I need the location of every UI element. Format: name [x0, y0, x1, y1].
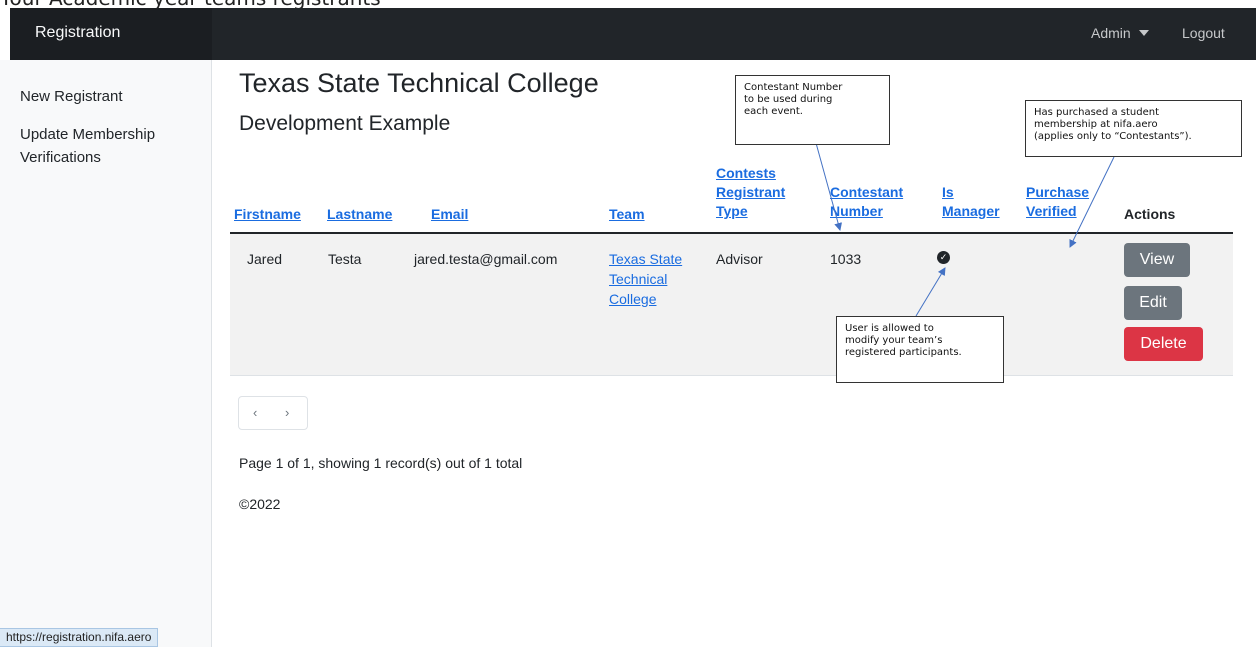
header-line: Manager — [942, 203, 1000, 219]
cell-registrant-type: Advisor — [716, 251, 763, 267]
delete-button[interactable]: Delete — [1124, 327, 1203, 361]
team-line: College — [609, 291, 657, 307]
header-line: Purchase — [1026, 184, 1090, 200]
sidebar: New Registrant Update Membership Verific… — [0, 60, 212, 647]
edit-button[interactable]: Edit — [1124, 286, 1182, 320]
brand-box: Registration — [10, 8, 212, 60]
page: Your Academic year teams registrants Reg… — [0, 0, 1256, 647]
column-header-lastname[interactable]: Lastname — [327, 205, 392, 224]
note-line: User is allowed to — [845, 323, 934, 334]
header-line: Contestant — [830, 184, 904, 200]
note-line: each event. — [744, 106, 803, 117]
annotation-is-manager: User is allowed to modify your team’s re… — [836, 316, 1004, 383]
prev-page-icon[interactable]: ‹ — [253, 405, 257, 420]
header-line: Verified — [1026, 203, 1077, 219]
note-line: Has purchased a student — [1034, 107, 1159, 118]
note-line: membership at nifa.aero — [1034, 119, 1158, 130]
cell-email: jared.testa@gmail.com — [414, 251, 558, 267]
column-header-is-manager[interactable]: Is Manager — [942, 183, 1000, 221]
logout-link[interactable]: Logout — [1182, 25, 1225, 41]
annotation-purchase-verified: Has purchased a student membership at ni… — [1025, 100, 1242, 157]
cropped-caption: Your Academic year teams registrants — [0, 0, 700, 8]
note-line: Contestant Number — [744, 82, 843, 93]
header-line: Number — [830, 203, 883, 219]
pagination-info: Page 1 of 1, showing 1 record(s) out of … — [239, 455, 523, 471]
cell-contestant-number: 1033 — [830, 251, 862, 267]
sidebar-item-update-membership[interactable]: Update Membership Verifications — [20, 123, 200, 169]
check-circle-icon: ✓ — [937, 251, 950, 264]
column-header-registrant-type[interactable]: Contests Registrant Type — [716, 164, 785, 221]
cell-team-link[interactable]: Texas State Technical College — [609, 249, 682, 309]
note-line: (applies only to “Contestants”). — [1034, 131, 1192, 142]
brand-link[interactable]: Registration — [35, 24, 120, 42]
top-navbar: Registration Admin Logout — [10, 8, 1256, 60]
team-line: Technical — [609, 271, 668, 287]
page-subtitle: Development Example — [239, 112, 451, 135]
column-header-actions: Actions — [1124, 206, 1176, 222]
note-line: modify your team’s — [845, 335, 943, 346]
note-line: to be used during — [744, 94, 833, 105]
header-line: Contests — [716, 165, 776, 181]
status-bar-url: https://registration.nifa.aero — [0, 628, 159, 647]
team-line: Texas State — [609, 251, 683, 267]
cell-lastname: Testa — [328, 251, 362, 267]
note-line: registered participants. — [845, 347, 962, 358]
view-button[interactable]: View — [1124, 243, 1190, 277]
next-page-icon[interactable]: › — [285, 405, 289, 420]
annotation-contestant-number: Contestant Number to be used during each… — [735, 75, 890, 145]
column-header-team[interactable]: Team — [609, 205, 645, 224]
sidebar-item-new-registrant[interactable]: New Registrant — [20, 85, 200, 108]
page-title: Texas State Technical College — [239, 68, 599, 98]
column-header-contestant-number[interactable]: Contestant Number — [830, 183, 903, 221]
footer-copyright: ©2022 — [239, 496, 281, 512]
column-header-firstname[interactable]: Firstname — [234, 205, 301, 224]
column-header-purchase-verified[interactable]: Purchase Verified — [1026, 183, 1089, 221]
header-line: Type — [716, 203, 748, 219]
column-header-email[interactable]: Email — [431, 205, 468, 224]
pagination: ‹ › — [238, 396, 308, 430]
header-line: Registrant — [716, 184, 786, 200]
admin-dropdown[interactable]: Admin — [1091, 25, 1149, 41]
header-line: Is — [942, 184, 954, 200]
caret-down-icon — [1138, 30, 1149, 36]
admin-label: Admin — [1091, 25, 1131, 41]
cell-firstname: Jared — [247, 251, 283, 267]
